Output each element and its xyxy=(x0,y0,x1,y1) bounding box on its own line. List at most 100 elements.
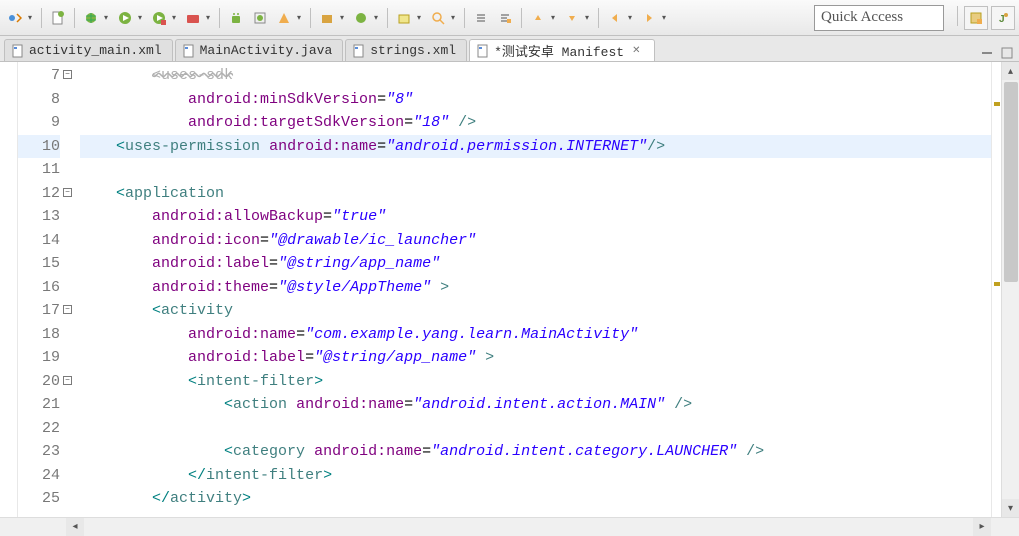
open-type-icon[interactable] xyxy=(393,7,415,29)
code-line[interactable]: <category android:name="android.intent.c… xyxy=(80,440,991,464)
dropdown-icon[interactable]: ▾ xyxy=(417,13,425,22)
code-line[interactable]: <activity xyxy=(80,299,991,323)
prev-annotation-icon[interactable] xyxy=(527,7,549,29)
scroll-thumb[interactable] xyxy=(1004,82,1018,282)
dropdown-icon[interactable]: ▾ xyxy=(297,13,305,22)
scroll-up-icon[interactable]: ▴ xyxy=(1002,62,1019,80)
next-annotation-icon[interactable] xyxy=(561,7,583,29)
minimize-icon[interactable] xyxy=(979,45,995,61)
dropdown-icon[interactable]: ▾ xyxy=(104,13,112,22)
horizontal-scrollbar[interactable]: ◂ ▸ xyxy=(0,517,1019,535)
line-number[interactable]: 10 xyxy=(18,135,60,159)
line-number[interactable]: 18 xyxy=(18,323,60,347)
code-line[interactable]: <uses-sdk xyxy=(80,64,991,88)
code-line[interactable]: </intent-filter> xyxy=(80,464,991,488)
line-number[interactable]: 8 xyxy=(18,88,60,112)
dropdown-icon[interactable]: ▾ xyxy=(172,13,180,22)
scroll-right-icon[interactable]: ▸ xyxy=(973,518,991,536)
line-number[interactable]: 13 xyxy=(18,205,60,229)
code-line[interactable] xyxy=(80,158,991,182)
run-icon[interactable] xyxy=(114,7,136,29)
line-number[interactable]: 12− xyxy=(18,182,60,206)
code-line[interactable]: android:label="@string/app_name" > xyxy=(80,346,991,370)
fold-toggle-icon[interactable]: − xyxy=(63,376,72,385)
code-line[interactable]: android:minSdkVersion="8" xyxy=(80,88,991,112)
run-last-icon[interactable] xyxy=(148,7,170,29)
scroll-down-icon[interactable]: ▾ xyxy=(1002,499,1019,517)
line-number[interactable]: 9 xyxy=(18,111,60,135)
line-number[interactable]: 25 xyxy=(18,487,60,511)
line-number[interactable]: 15 xyxy=(18,252,60,276)
back-icon[interactable] xyxy=(604,7,626,29)
overview-ruler[interactable] xyxy=(991,62,1001,517)
new-package-icon[interactable] xyxy=(316,7,338,29)
warning-mark[interactable] xyxy=(994,282,1000,286)
code-line[interactable]: android:name="com.example.yang.learn.Mai… xyxy=(80,323,991,347)
skip-breakpoints-icon[interactable] xyxy=(4,7,26,29)
fold-toggle-icon[interactable]: − xyxy=(63,70,72,79)
dropdown-icon[interactable]: ▾ xyxy=(451,13,459,22)
code-line[interactable]: android:label="@string/app_name" xyxy=(80,252,991,276)
fold-toggle-icon[interactable]: − xyxy=(63,305,72,314)
line-number[interactable]: 20− xyxy=(18,370,60,394)
vertical-scrollbar[interactable]: ▴ ▾ xyxy=(1001,62,1019,517)
scroll-left-icon[interactable]: ◂ xyxy=(66,518,84,536)
java-perspective-icon[interactable]: J xyxy=(991,6,1015,30)
dropdown-icon[interactable]: ▾ xyxy=(374,13,382,22)
code-line[interactable]: <intent-filter> xyxy=(80,370,991,394)
dropdown-icon[interactable]: ▾ xyxy=(585,13,593,22)
code-line[interactable]: <application xyxy=(80,182,991,206)
close-icon[interactable]: ✕ xyxy=(632,45,644,57)
open-perspective-icon[interactable] xyxy=(964,6,988,30)
quick-access-input[interactable]: Quick Access xyxy=(814,5,944,31)
warning-mark[interactable] xyxy=(994,102,1000,106)
new-icon[interactable] xyxy=(47,7,69,29)
debug-icon[interactable] xyxy=(80,7,102,29)
code-line[interactable]: <uses-permission android:name="android.p… xyxy=(80,135,991,159)
dropdown-icon[interactable]: ▾ xyxy=(28,13,36,22)
toggle-block-icon[interactable] xyxy=(494,7,516,29)
fold-toggle-icon[interactable]: − xyxy=(63,188,72,197)
line-number[interactable]: 17− xyxy=(18,299,60,323)
line-number[interactable]: 24 xyxy=(18,464,60,488)
dropdown-icon[interactable]: ▾ xyxy=(662,13,670,22)
line-number[interactable]: 23 xyxy=(18,440,60,464)
editor-tab[interactable]: strings.xml xyxy=(345,39,467,61)
code-line[interactable]: </activity> xyxy=(80,487,991,511)
main-toolbar: ▾ ▾ ▾ ▾ ▾ ▾ ▾ ▾ ▾ ▾ ▾ ▾ ▾ ▾ Quick Access… xyxy=(0,0,1019,36)
fold-column[interactable] xyxy=(66,62,80,517)
code-line[interactable]: android:icon="@drawable/ic_launcher" xyxy=(80,229,991,253)
forward-icon[interactable] xyxy=(638,7,660,29)
dropdown-icon[interactable]: ▾ xyxy=(206,13,214,22)
maximize-icon[interactable] xyxy=(999,45,1015,61)
code-line[interactable]: android:allowBackup="true" xyxy=(80,205,991,229)
new-class-icon[interactable] xyxy=(350,7,372,29)
line-number[interactable]: 21 xyxy=(18,393,60,417)
code-line[interactable]: android:theme="@style/AppTheme" > xyxy=(80,276,991,300)
code-line[interactable]: android:targetSdkVersion="18" /> xyxy=(80,111,991,135)
avd-icon[interactable] xyxy=(249,7,271,29)
dropdown-icon[interactable]: ▾ xyxy=(551,13,559,22)
line-number[interactable]: 14 xyxy=(18,229,60,253)
dropdown-icon[interactable]: ▾ xyxy=(628,13,636,22)
marker-ruler[interactable] xyxy=(0,62,18,517)
line-number[interactable]: 7− xyxy=(18,64,60,88)
line-number[interactable]: 19 xyxy=(18,346,60,370)
line-gutter[interactable]: 7−89101112−1314151617−181920−2122232425 xyxy=(18,62,66,517)
lint-icon[interactable] xyxy=(273,7,295,29)
line-number[interactable]: 22 xyxy=(18,417,60,441)
dropdown-icon[interactable]: ▾ xyxy=(340,13,348,22)
android-sdk-icon[interactable] xyxy=(225,7,247,29)
line-number[interactable]: 16 xyxy=(18,276,60,300)
editor-tab[interactable]: *测试安卓 Manifest✕ xyxy=(469,39,655,61)
dropdown-icon[interactable]: ▾ xyxy=(138,13,146,22)
code-line[interactable] xyxy=(80,417,991,441)
editor-tab[interactable]: activity_main.xml xyxy=(4,39,173,61)
code-area[interactable]: <uses-sdk android:minSdkVersion="8" andr… xyxy=(80,62,991,517)
search-icon[interactable] xyxy=(427,7,449,29)
editor-tab[interactable]: MainActivity.java xyxy=(175,39,344,61)
external-tools-icon[interactable] xyxy=(182,7,204,29)
toggle-mark-icon[interactable] xyxy=(470,7,492,29)
code-line[interactable]: <action android:name="android.intent.act… xyxy=(80,393,991,417)
line-number[interactable]: 11 xyxy=(18,158,60,182)
